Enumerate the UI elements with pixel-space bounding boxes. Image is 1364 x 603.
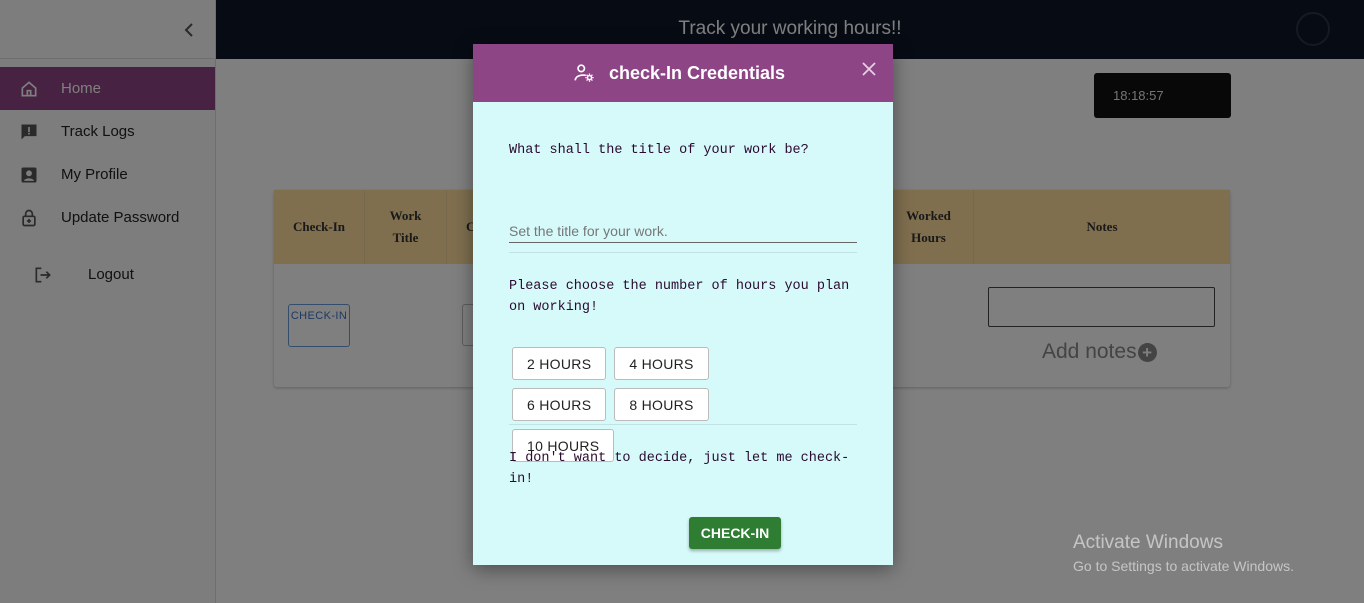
hours-question: Please choose the number of hours you pl… — [509, 279, 850, 315]
user-settings-icon — [573, 62, 595, 84]
checkin-button[interactable]: CHECK-IN — [689, 517, 781, 549]
close-icon[interactable] — [861, 61, 877, 77]
hour-options: 2 HOURS 4 HOURS 6 HOURS 8 HOURS 10 HOURS — [512, 347, 802, 462]
title-question: What shall the title of your work be? — [509, 143, 809, 158]
hours-2-button[interactable]: 2 HOURS — [512, 347, 607, 380]
hours-6-button[interactable]: 6 HOURS — [512, 388, 607, 421]
divider — [509, 424, 857, 425]
hours-4-button[interactable]: 4 HOURS — [614, 347, 709, 380]
checkin-dialog: check-In Credentials What shall the titl… — [473, 44, 893, 565]
watermark-title: Activate Windows — [1073, 532, 1223, 553]
hours-8-button[interactable]: 8 HOURS — [614, 388, 709, 421]
work-title-input[interactable] — [509, 219, 857, 243]
activation-watermark: Activate Windows Go to Settings to activ… — [1073, 532, 1294, 574]
dialog-header: check-In Credentials — [473, 44, 893, 102]
dialog-title-group: check-In Credentials — [573, 62, 785, 84]
watermark-subtitle: Go to Settings to activate Windows. — [1073, 558, 1294, 574]
divider — [509, 252, 857, 253]
dialog-title: check-In Credentials — [608, 62, 786, 83]
skip-question: I don't want to decide, just let me chec… — [509, 451, 850, 487]
